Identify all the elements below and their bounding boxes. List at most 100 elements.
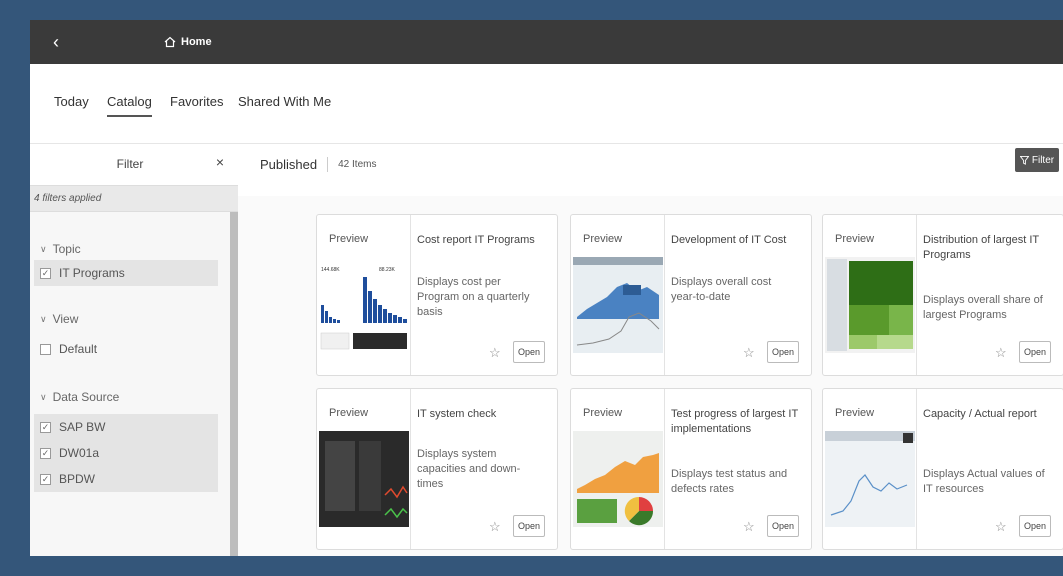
funnel-icon — [1019, 155, 1029, 165]
card-title: IT system check — [417, 408, 497, 420]
app-window: ‹ Home Today Catalog Favorites Shared Wi… — [30, 20, 1063, 556]
star-icon[interactable]: ☆ — [743, 519, 755, 535]
star-icon[interactable]: ☆ — [489, 519, 501, 535]
card-description: Displays test status and defects rates — [671, 468, 788, 495]
checkbox-checked-icon: ✓ — [40, 421, 51, 433]
tab-catalog[interactable]: Catalog — [107, 94, 152, 117]
filter-group-view[interactable]: ∨ View — [40, 312, 78, 326]
open-button[interactable]: Open — [1019, 515, 1051, 537]
tab-favorites[interactable]: Favorites — [170, 94, 223, 115]
back-button[interactable]: ‹ — [44, 30, 68, 54]
filter-option-dw01a[interactable]: ✓ DW01a — [34, 440, 218, 466]
preview-label: Preview — [583, 407, 623, 419]
card-preview: Preview — [317, 389, 411, 549]
card-title: Distribution of largest IT Programs — [923, 234, 1039, 261]
filter-option-sap-bw[interactable]: ✓ SAP BW — [34, 414, 218, 440]
open-button[interactable]: Open — [767, 341, 799, 363]
group-label: View — [52, 312, 79, 326]
option-label: IT Programs — [59, 266, 125, 280]
card-title: Cost report IT Programs — [417, 234, 535, 246]
open-button[interactable]: Open — [513, 515, 545, 537]
filter-scrollbar[interactable] — [230, 212, 238, 556]
card-description: Displays Actual values of IT resources — [923, 468, 1045, 495]
open-button[interactable]: Open — [1019, 341, 1051, 363]
filter-option-it-programs[interactable]: ✓ IT Programs — [34, 260, 218, 286]
card-distribution-it-programs[interactable]: Preview Distribution of largest IT Progr… — [822, 214, 1063, 376]
shell-bar: ‹ Home — [30, 20, 1063, 64]
star-icon[interactable]: ☆ — [995, 345, 1007, 361]
dashboard-thumbnail — [319, 431, 409, 527]
close-icon: × — [215, 154, 225, 170]
option-label: SAP BW — [59, 420, 106, 434]
card-preview: Preview — [571, 215, 665, 375]
checkbox-empty-icon — [40, 343, 51, 355]
card-preview: Preview — [823, 389, 917, 549]
home-link[interactable]: Home — [164, 33, 212, 51]
filter-panel: Filter × 4 filters applied ∨ Topic ✓ IT … — [30, 144, 238, 556]
open-button[interactable]: Open — [767, 515, 799, 537]
checkbox-checked-icon: ✓ — [40, 267, 51, 279]
group-label: Data Source — [52, 390, 120, 404]
filter-title: Filter — [116, 157, 144, 171]
card-description: Displays cost per Program on a quarterly… — [417, 276, 530, 318]
bar-chart-thumbnail: 144.68K 88.23K — [320, 267, 407, 350]
preview-label: Preview — [329, 233, 369, 245]
checkbox-checked-icon: ✓ — [40, 447, 51, 459]
card-cost-report[interactable]: Preview 144.68K 88.23K Cost report IT Pr… — [316, 214, 558, 376]
card-preview: Preview 144.68K 88.23K — [317, 215, 411, 375]
line-chart-thumbnail — [825, 431, 915, 527]
tab-bar: Today Catalog Favorites Shared With Me — [30, 64, 1063, 144]
section-title: Published — [260, 156, 329, 172]
card-title: Development of IT Cost — [671, 234, 787, 246]
star-icon[interactable]: ☆ — [743, 345, 755, 361]
card-preview: Preview — [571, 389, 665, 549]
item-count: 42 Items — [338, 158, 377, 170]
card-title: Test progress of largest IT implementati… — [671, 408, 798, 435]
home-icon — [164, 36, 176, 48]
option-label: DW01a — [59, 446, 100, 460]
option-label: Default — [59, 342, 98, 356]
filters-applied-text: 4 filters applied — [30, 186, 238, 212]
chevron-down-icon: ∨ — [40, 391, 47, 402]
filter-option-default[interactable]: Default — [34, 336, 218, 362]
card-capacity-actual[interactable]: Preview Capacity / Actual report Display… — [822, 388, 1063, 550]
card-description: Displays system capacities and down-time… — [417, 448, 521, 490]
area-chart-thumbnail — [573, 257, 663, 353]
filter-option-bpdw[interactable]: ✓ BPDW — [34, 466, 218, 492]
close-filter-button[interactable]: × — [212, 154, 228, 170]
preview-label: Preview — [835, 407, 875, 419]
chevron-left-icon: ‹ — [53, 32, 59, 52]
card-description: Displays overall share of largest Progra… — [923, 294, 1043, 321]
cards-grid: Preview 144.68K 88.23K Cost report IT Pr… — [238, 196, 1063, 556]
filter-button[interactable]: Filter — [1015, 148, 1059, 172]
card-it-system-check[interactable]: Preview IT system check Displays system … — [316, 388, 558, 550]
option-label: BPDW — [59, 472, 95, 486]
tab-shared-with-me[interactable]: Shared With Me — [238, 94, 331, 115]
tab-today[interactable]: Today — [54, 94, 89, 115]
filter-group-data-source[interactable]: ∨ Data Source — [40, 390, 119, 404]
card-development-it-cost[interactable]: Preview Development of IT Cost Displays … — [570, 214, 812, 376]
filter-header: Filter × — [30, 144, 238, 186]
preview-label: Preview — [835, 233, 875, 245]
content-header: Published 42 Items — [260, 154, 376, 174]
checkbox-checked-icon: ✓ — [40, 473, 51, 485]
area-pie-thumbnail — [573, 431, 663, 527]
chevron-down-icon: ∨ — [40, 313, 47, 324]
star-icon[interactable]: ☆ — [489, 345, 501, 361]
treemap-thumbnail — [825, 257, 915, 353]
card-title: Capacity / Actual report — [923, 408, 1037, 420]
card-test-progress[interactable]: Preview Test progress of largest IT impl… — [570, 388, 812, 550]
card-description: Displays overall cost year-to-date — [671, 276, 772, 303]
preview-label: Preview — [329, 407, 369, 419]
filter-group-topic[interactable]: ∨ Topic — [40, 242, 81, 256]
star-icon[interactable]: ☆ — [995, 519, 1007, 535]
open-button[interactable]: Open — [513, 341, 545, 363]
group-label: Topic — [52, 242, 81, 256]
chevron-down-icon: ∨ — [40, 243, 47, 254]
card-preview: Preview — [823, 215, 917, 375]
preview-label: Preview — [583, 233, 623, 245]
filter-button-label: Filter — [1031, 154, 1055, 166]
thumb-value-1: 144.68K — [321, 267, 340, 273]
home-label: Home — [181, 36, 212, 48]
thumb-value-2: 88.23K — [379, 267, 396, 273]
